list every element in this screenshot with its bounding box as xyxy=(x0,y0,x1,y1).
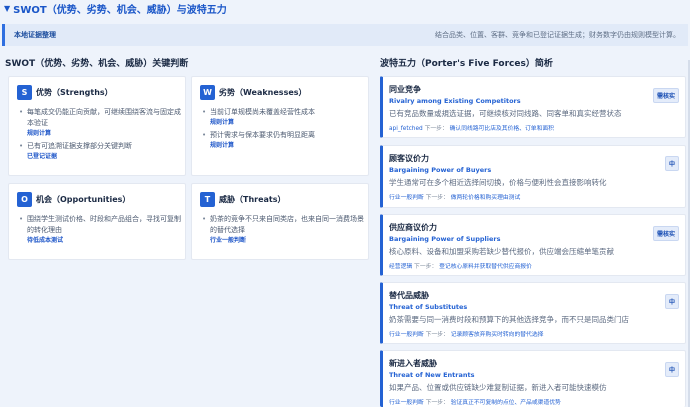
force-level-badge: 需核实 xyxy=(652,88,679,103)
swot-heading: SWOT（优势、劣势、机会、威胁）关键判断 xyxy=(5,59,189,69)
force-description: 学生通常可在多个相近选择间切换，价格与便利性会直接影响转化 xyxy=(389,178,607,187)
next-step-label: 下一步： xyxy=(425,332,449,338)
force-source: 行业一般判断 xyxy=(389,400,424,406)
force-level-badge: 中 xyxy=(664,294,679,309)
force-card-new-entrants: 新进入者威胁 Threat of New Entrants 如果产品、位置或供应… xyxy=(380,350,686,407)
force-description: 核心原料、设备和加盟采购若缺少替代报价，供应端会压缩单笔贡献 xyxy=(389,247,614,256)
force-level-badge: 中 xyxy=(664,362,679,377)
next-step-label: 下一步： xyxy=(425,195,449,201)
force-source: api_fetched xyxy=(389,126,423,132)
force-next-step: 验证真正不可复制的点位、产品或渠道优势 xyxy=(450,400,561,406)
force-meta: 行业一般判断 下一步： 验证真正不可复制的点位、产品或渠道优势 xyxy=(389,397,561,406)
next-step-label: 下一步： xyxy=(414,264,438,270)
evidence-source: 行业一般判断 xyxy=(210,237,247,244)
force-source: 行业一般判断 xyxy=(389,332,424,338)
swot-card-weaknesses: W 劣势（Weaknesses） 当前订单规模尚未覆盖经营性成本 规则计算 预计… xyxy=(191,76,369,176)
force-meta: 行业一般判断 下一步： 记录顾客放弃购买时转向的替代选择 xyxy=(389,329,543,338)
force-meta: 经营逻辑 下一步： 登记核心原料并获取替代供应商报价 xyxy=(389,261,532,270)
weaknesses-letter-badge: W xyxy=(200,85,215,100)
force-meta: api_fetched 下一步： 确认同线路可比店及其价格、订单和面积 xyxy=(389,123,554,132)
banner-tag: 本地证据整理 xyxy=(14,31,56,39)
card-title: 优势（Strengths） xyxy=(36,88,113,97)
swot-point: 已有可追溯证据支撑部分关键判断 xyxy=(19,141,181,152)
force-title: 新进入者威胁 xyxy=(389,359,437,368)
force-source: 行业一般判断 xyxy=(389,195,424,201)
force-next-step: 做两轮价格和购买理由测试 xyxy=(450,195,521,201)
force-description: 已有竞品数量或規选证据，可继续核对同线路、同客单和真实经营状态 xyxy=(389,109,622,118)
force-title: 顾客议价力 xyxy=(389,154,429,163)
threats-letter-badge: T xyxy=(200,192,215,207)
strengths-letter-badge: S xyxy=(17,85,32,100)
card-title: 威胁（Threats） xyxy=(219,195,286,204)
force-subtitle: Rivalry among Existing Competitors xyxy=(389,97,521,105)
force-title: 替代品威胁 xyxy=(389,291,429,300)
section-title: SWOT（优势、劣势、机会、威胁）与波特五力 xyxy=(13,5,227,16)
card-title: 机会（Opportunities） xyxy=(36,195,131,204)
swot-point: 当前订单规模尚未覆盖经营性成本 xyxy=(202,107,364,118)
force-level-badge: 中 xyxy=(664,156,679,171)
card-title: 劣势（Weaknesses） xyxy=(219,88,307,97)
force-title: 供应商议价力 xyxy=(389,223,437,232)
force-subtitle: Threat of New Entrants xyxy=(389,371,475,379)
evidence-banner: 本地证据整理 结合品类、位置、客群、竞争和已登记证据生成；财务数字仍由规则模型计… xyxy=(2,24,688,46)
swot-point: 预计需求与保本要求仍有明显距离 xyxy=(202,130,364,141)
force-card-substitutes: 替代品威胁 Threat of Substitutes 奶茶需要与同一消费时段和… xyxy=(380,282,686,344)
force-description: 如果产品、位置或供应链缺少难复制证据，新进入者可能快速模仿 xyxy=(389,383,607,392)
evidence-source: 规则计算 xyxy=(210,142,235,149)
force-subtitle: Bargaining Power of Buyers xyxy=(389,166,492,174)
evidence-source: 待低成本测试 xyxy=(27,237,64,244)
force-card-suppliers: 供应商议价力 Bargaining Power of Suppliers 核心原… xyxy=(380,214,686,276)
swot-point: 围绕学生测试价格、时段和产品组合，寻找可复制的转化理由 xyxy=(19,214,181,236)
swot-point: 每笔成交仍能正向贡献，可继续围绕客流与固定成本验证 xyxy=(19,107,181,129)
opportunities-letter-badge: O xyxy=(17,192,32,207)
swot-card-threats: T 威胁（Threats） 奶茶的竞争不只来自同类店，也来自同一消费场景的替代选… xyxy=(191,183,369,260)
five-forces-heading: 波特五力（Porter's Five Forces）简析 xyxy=(380,59,553,69)
next-step-label: 下一步： xyxy=(425,400,449,406)
banner-description: 结合品类、位置、客群、竞争和已登记证据生成；财务数字仍由规则模型计算。 xyxy=(435,31,680,39)
force-meta: 行业一般判断 下一步： 做两轮价格和购买理由测试 xyxy=(389,192,520,201)
swot-card-opportunities: O 机会（Opportunities） 围绕学生测试价格、时段和产品组合，寻找可… xyxy=(8,183,186,260)
evidence-source: 规则计算 xyxy=(27,130,52,137)
section-header[interactable]: ▼ SWOT（优势、劣势、机会、威胁）与波特五力 xyxy=(0,0,690,17)
force-subtitle: Threat of Substitutes xyxy=(389,303,468,311)
force-card-rivalry: 同业竞争 Rivalry among Existing Competitors … xyxy=(380,76,686,138)
force-card-buyers: 顾客议价力 Bargaining Power of Buyers 学生通常可在多… xyxy=(380,145,686,208)
caret-down-icon: ▼ xyxy=(4,4,11,13)
force-source: 经营逻辑 xyxy=(389,264,413,270)
evidence-source: 规则计算 xyxy=(210,119,235,126)
force-subtitle: Bargaining Power of Suppliers xyxy=(389,235,501,243)
force-next-step: 登记核心原料并获取替代供应商报价 xyxy=(439,264,532,270)
swot-card-strengths: S 优势（Strengths） 每笔成交仍能正向贡献，可继续围绕客流与固定成本验… xyxy=(8,76,186,176)
force-next-step: 确认同线路可比店及其价格、订单和面积 xyxy=(449,126,554,132)
next-step-label: 下一步： xyxy=(424,126,448,132)
force-description: 奶茶需要与同一消费时段和预算下的其他选择竞争，而不只是同品类门店 xyxy=(389,315,629,324)
force-next-step: 记录顾客放弃购买时转向的替代选择 xyxy=(450,332,544,338)
force-title: 同业竞争 xyxy=(389,85,421,94)
evidence-source: 已登记证据 xyxy=(27,153,58,160)
swot-point: 奶茶的竞争不只来自同类店，也来自同一消费场景的替代选择 xyxy=(202,214,364,236)
force-level-badge: 需核实 xyxy=(652,226,679,241)
